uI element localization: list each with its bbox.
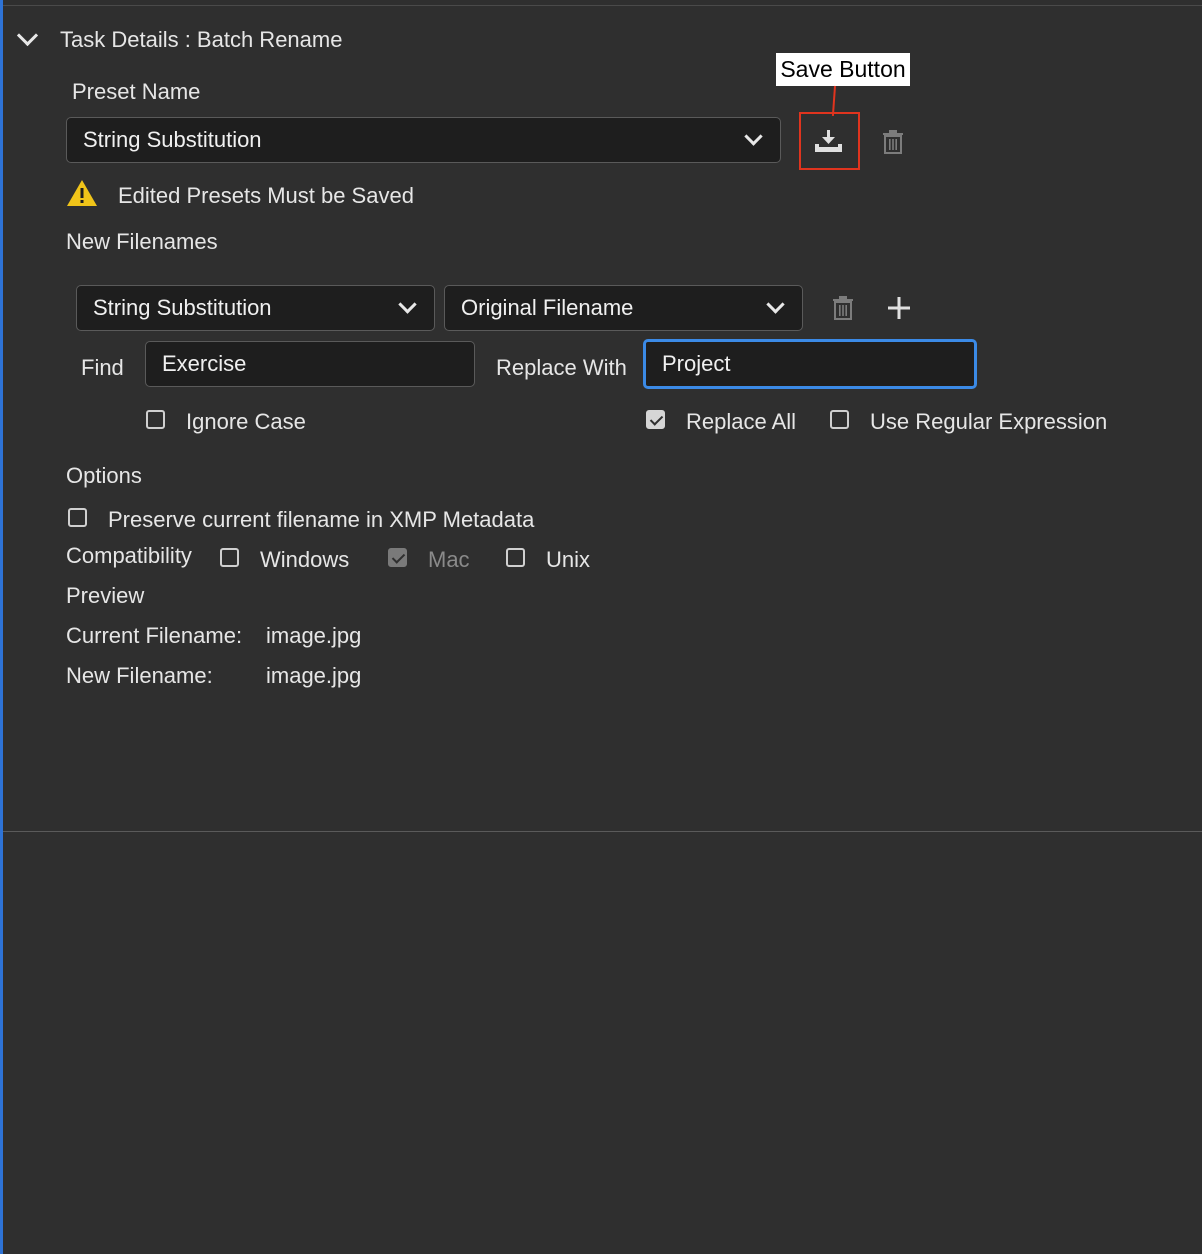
chevron-down-icon <box>16 24 39 47</box>
mac-checkbox <box>388 548 407 567</box>
chevron-down-icon <box>766 295 785 314</box>
compatibility-label: Compatibility <box>66 543 192 568</box>
warning-icon <box>67 180 97 206</box>
new-filename-label: New Filename: <box>66 663 213 688</box>
preset-name-label: Preset Name <box>72 79 201 104</box>
save-download-icon <box>815 130 842 152</box>
windows-label: Windows <box>260 547 350 572</box>
panel-left-accent <box>0 0 3 1254</box>
ignore-case-label: Ignore Case <box>186 409 306 434</box>
warning-text: Edited Presets Must be Saved <box>118 183 414 208</box>
new-filenames-label: New Filenames <box>66 229 218 254</box>
divider-bottom <box>3 831 1202 832</box>
source-value: Original Filename <box>461 295 634 320</box>
unix-checkbox[interactable] <box>506 548 525 567</box>
collapse-toggle[interactable] <box>14 24 40 52</box>
chevron-down-icon <box>744 127 763 146</box>
trash-icon <box>883 130 903 154</box>
remove-rule-button[interactable] <box>830 294 856 322</box>
panel-title: Task Details : Batch Rename <box>60 27 343 52</box>
windows-checkbox[interactable] <box>220 548 239 567</box>
chevron-down-icon <box>398 295 417 314</box>
add-rule-button[interactable] <box>886 295 912 321</box>
replace-input-value: Project <box>662 351 731 376</box>
find-input-value: Exercise <box>162 351 247 376</box>
rename-type-value: String Substitution <box>93 295 272 320</box>
use-regex-label: Use Regular Expression <box>870 409 1108 434</box>
preview-label: Preview <box>66 583 145 608</box>
source-select[interactable]: Original Filename <box>444 285 803 331</box>
find-input[interactable]: Exercise <box>145 341 475 387</box>
preserve-filename-label: Preserve current filename in XMP Metadat… <box>108 507 535 532</box>
save-button-callout: Save Button <box>776 53 910 86</box>
replace-with-label: Replace With <box>496 355 627 380</box>
options-label: Options <box>66 463 142 488</box>
mac-label: Mac <box>428 547 470 572</box>
replace-input[interactable]: Project <box>643 339 977 389</box>
preset-select-value: String Substitution <box>83 127 262 152</box>
replace-all-label: Replace All <box>686 409 797 434</box>
trash-icon <box>833 296 853 320</box>
unix-label: Unix <box>546 547 591 572</box>
current-filename-label: Current Filename: <box>66 623 243 648</box>
find-label: Find <box>81 355 124 380</box>
delete-preset-button[interactable] <box>880 128 906 156</box>
rename-type-select[interactable]: String Substitution <box>76 285 435 331</box>
plus-icon <box>888 297 910 319</box>
current-filename-value: image.jpg <box>266 623 362 648</box>
preset-select[interactable]: String Substitution <box>66 117 781 163</box>
ignore-case-checkbox[interactable] <box>146 410 165 429</box>
replace-all-checkbox[interactable] <box>646 410 665 429</box>
use-regex-checkbox[interactable] <box>830 410 849 429</box>
save-preset-button[interactable] <box>799 112 860 170</box>
preserve-filename-checkbox[interactable] <box>68 508 87 527</box>
new-filename-value: image.jpg <box>266 663 362 688</box>
divider-top <box>3 5 1202 6</box>
